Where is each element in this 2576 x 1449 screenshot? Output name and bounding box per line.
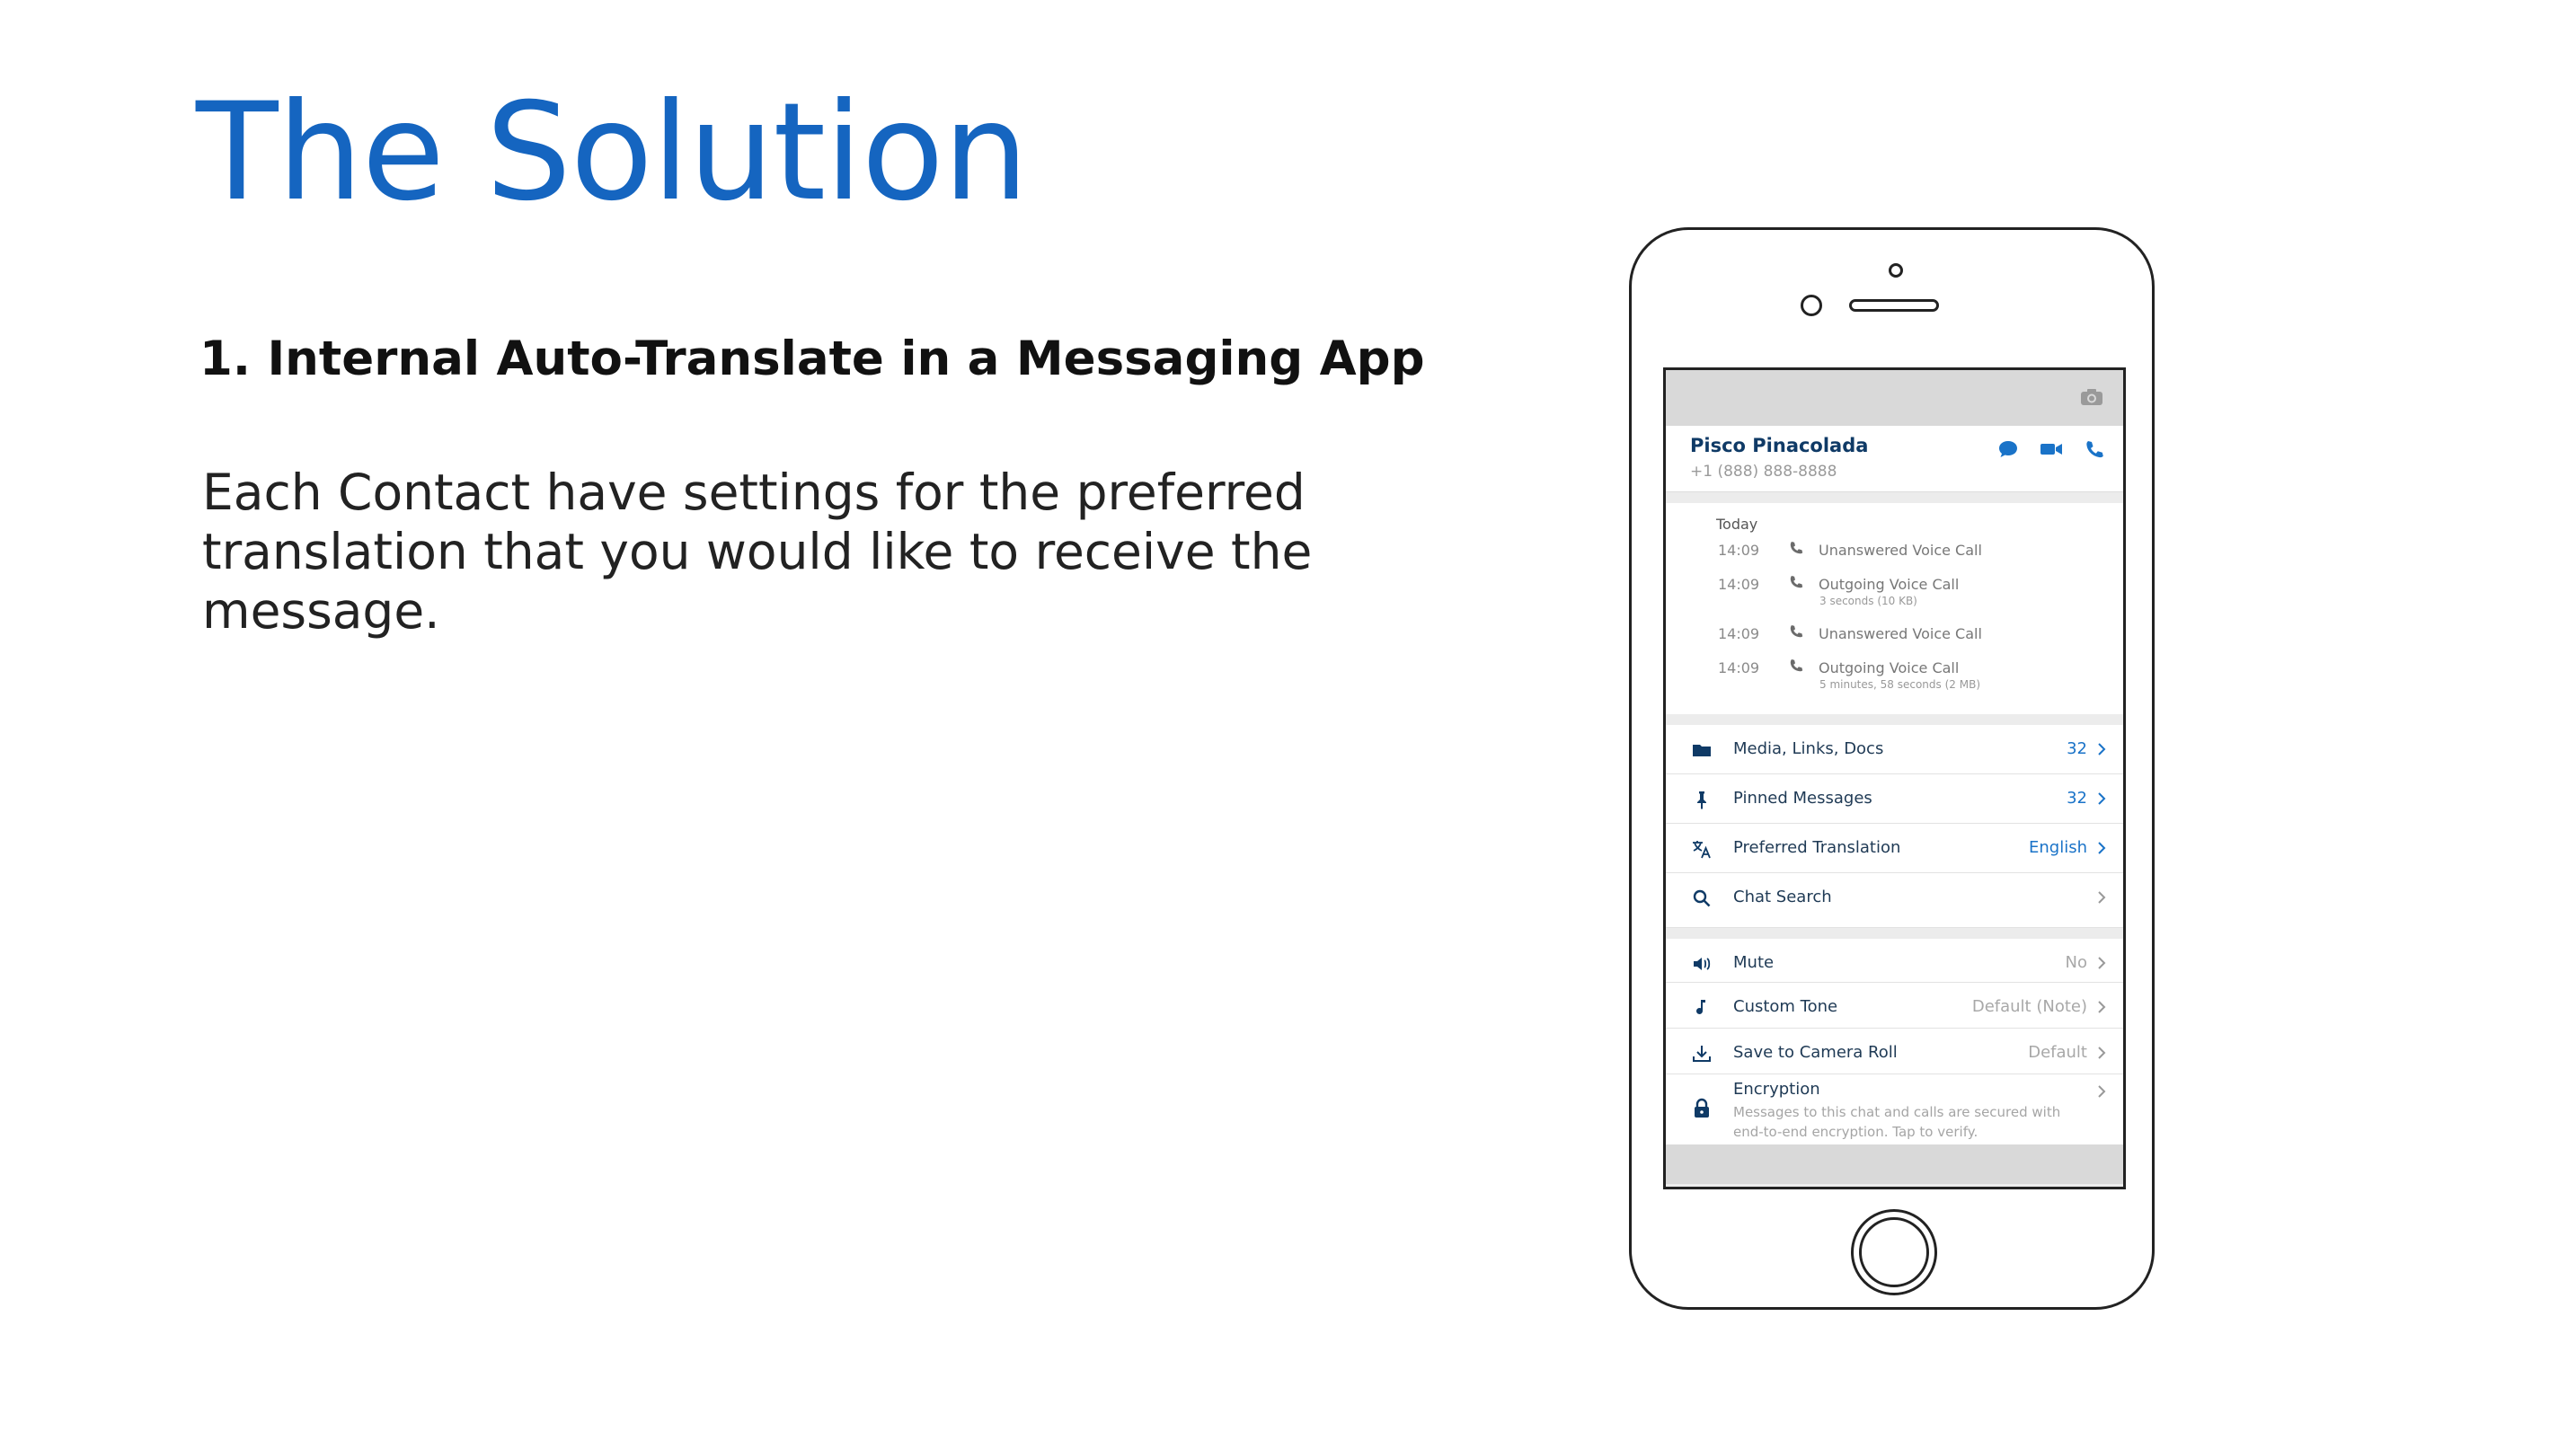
- settings-row-value: Default (Note): [1971, 997, 2087, 1016]
- slide-subtitle: 1. Internal Auto-Translate in a Messagin…: [199, 331, 1425, 386]
- settings-row-value: 32: [2067, 739, 2087, 758]
- camera-icon[interactable]: [2080, 388, 2103, 406]
- phone-sensor: [1889, 263, 1903, 278]
- phone-front-camera: [1801, 295, 1822, 316]
- contact-header: Pisco Pinacolada +1 (888) 888-8888: [1666, 426, 2123, 492]
- call-time: 14:09: [1718, 542, 1760, 559]
- chat-settings-list: Mute No Custom Tone Default (Note) Save …: [1666, 939, 2123, 1144]
- call-row[interactable]: 14:09 Unanswered Voice Call: [1666, 622, 2123, 656]
- settings-row-mute[interactable]: Mute No: [1666, 939, 2123, 983]
- settings-row-save-camera-roll[interactable]: Save to Camera Roll Default: [1666, 1029, 2123, 1074]
- settings-row-label: Encryption: [1733, 1080, 1820, 1099]
- chevron-right-icon: [2098, 1001, 2106, 1013]
- phone-icon: [1790, 576, 1803, 588]
- settings-row-value: Default: [2028, 1043, 2087, 1062]
- phone-icon: [1790, 625, 1803, 638]
- music-note-icon: [1696, 1000, 1705, 1014]
- pin-icon: [1697, 791, 1706, 809]
- contact-name: Pisco Pinacolada: [1690, 435, 1869, 456]
- chat-bubble-icon[interactable]: [1996, 438, 2021, 460]
- encryption-description: Messages to this chat and calls are secu…: [1733, 1104, 2061, 1140]
- phone-speaker: [1849, 299, 1939, 312]
- call-time: 14:09: [1718, 659, 1760, 676]
- download-icon: [1693, 1046, 1711, 1062]
- contact-phone: +1 (888) 888-8888: [1690, 463, 1837, 481]
- chevron-right-icon: [2098, 1047, 2106, 1059]
- call-title: Outgoing Voice Call: [1819, 659, 1960, 676]
- screen-bottom: [1666, 1144, 2123, 1184]
- chevron-right-icon: [2098, 743, 2106, 755]
- phone-mockup: Pisco Pinacolada +1 (888) 888-8888 Today…: [1629, 227, 2155, 1310]
- phone-screen: Pisco Pinacolada +1 (888) 888-8888 Today…: [1663, 367, 2126, 1189]
- folder-icon: [1693, 745, 1711, 756]
- call-title: Outgoing Voice Call: [1819, 576, 1960, 593]
- settings-row-label: Mute: [1733, 953, 1775, 972]
- call-title: Unanswered Voice Call: [1819, 542, 1982, 559]
- call-title: Unanswered Voice Call: [1819, 625, 1982, 642]
- lock-icon: [1695, 1098, 1709, 1118]
- settings-row-label: Save to Camera Roll: [1733, 1043, 1898, 1062]
- section-gap: [1666, 492, 2123, 503]
- settings-row-chat-search[interactable]: Chat Search: [1666, 873, 2123, 928]
- settings-row-value: 32: [2067, 789, 2087, 808]
- settings-row-encryption[interactable]: Encryption Messages to this chat and cal…: [1666, 1074, 2123, 1144]
- phone-icon: [1790, 659, 1803, 672]
- settings-row-label: Media, Links, Docs: [1733, 739, 1884, 758]
- translate-icon: [1693, 841, 1711, 859]
- video-camera-icon[interactable]: [2039, 438, 2064, 460]
- call-row[interactable]: 14:09 Outgoing Voice Call 3 seconds (10 …: [1666, 572, 2123, 622]
- chevron-right-icon: [2098, 792, 2106, 805]
- home-button[interactable]: [1851, 1209, 1937, 1295]
- section-gap: [1666, 928, 2123, 939]
- call-detail: 3 seconds (10 KB): [1819, 595, 1917, 607]
- settings-row-label: Custom Tone: [1733, 997, 1838, 1016]
- settings-row-value: English: [2029, 838, 2087, 857]
- settings-row-value: No: [2065, 953, 2087, 972]
- phone-icon: [1790, 542, 1803, 554]
- call-history-label: Today: [1716, 516, 1758, 533]
- call-row[interactable]: 14:09 Unanswered Voice Call: [1666, 538, 2123, 572]
- chevron-right-icon: [2098, 891, 2106, 904]
- call-history: Today 14:09 Unanswered Voice Call 14:09 …: [1666, 503, 2123, 714]
- call-time: 14:09: [1718, 625, 1760, 642]
- chevron-right-icon: [2098, 957, 2106, 969]
- section-gap: [1666, 714, 2123, 725]
- settings-row-pinned[interactable]: Pinned Messages 32: [1666, 774, 2123, 824]
- slide-body-text: Each Contact have settings for the prefe…: [202, 464, 1313, 640]
- search-icon: [1693, 889, 1711, 907]
- settings-row-media[interactable]: Media, Links, Docs 32: [1666, 725, 2123, 774]
- call-time: 14:09: [1718, 576, 1760, 593]
- settings-row-label: Pinned Messages: [1733, 789, 1872, 808]
- status-bar: [1666, 370, 2123, 426]
- speaker-icon: [1694, 958, 1711, 970]
- call-detail: 5 minutes, 58 seconds (2 MB): [1819, 678, 1980, 691]
- media-settings-list: Media, Links, Docs 32 Pinned Messages 32…: [1666, 725, 2123, 928]
- settings-row-label: Chat Search: [1733, 888, 1832, 906]
- contact-actions: [1996, 438, 2107, 460]
- call-row[interactable]: 14:09 Outgoing Voice Call 5 minutes, 58 …: [1666, 656, 2123, 705]
- settings-row-label: Preferred Translation: [1733, 838, 1901, 857]
- slide-title: The Solution: [196, 75, 1029, 231]
- phone-icon[interactable]: [2082, 438, 2107, 460]
- settings-row-preferred-translation[interactable]: Preferred Translation English: [1666, 824, 2123, 873]
- chevron-right-icon: [2098, 1085, 2106, 1098]
- settings-row-custom-tone[interactable]: Custom Tone Default (Note): [1666, 983, 2123, 1029]
- chevron-right-icon: [2098, 842, 2106, 854]
